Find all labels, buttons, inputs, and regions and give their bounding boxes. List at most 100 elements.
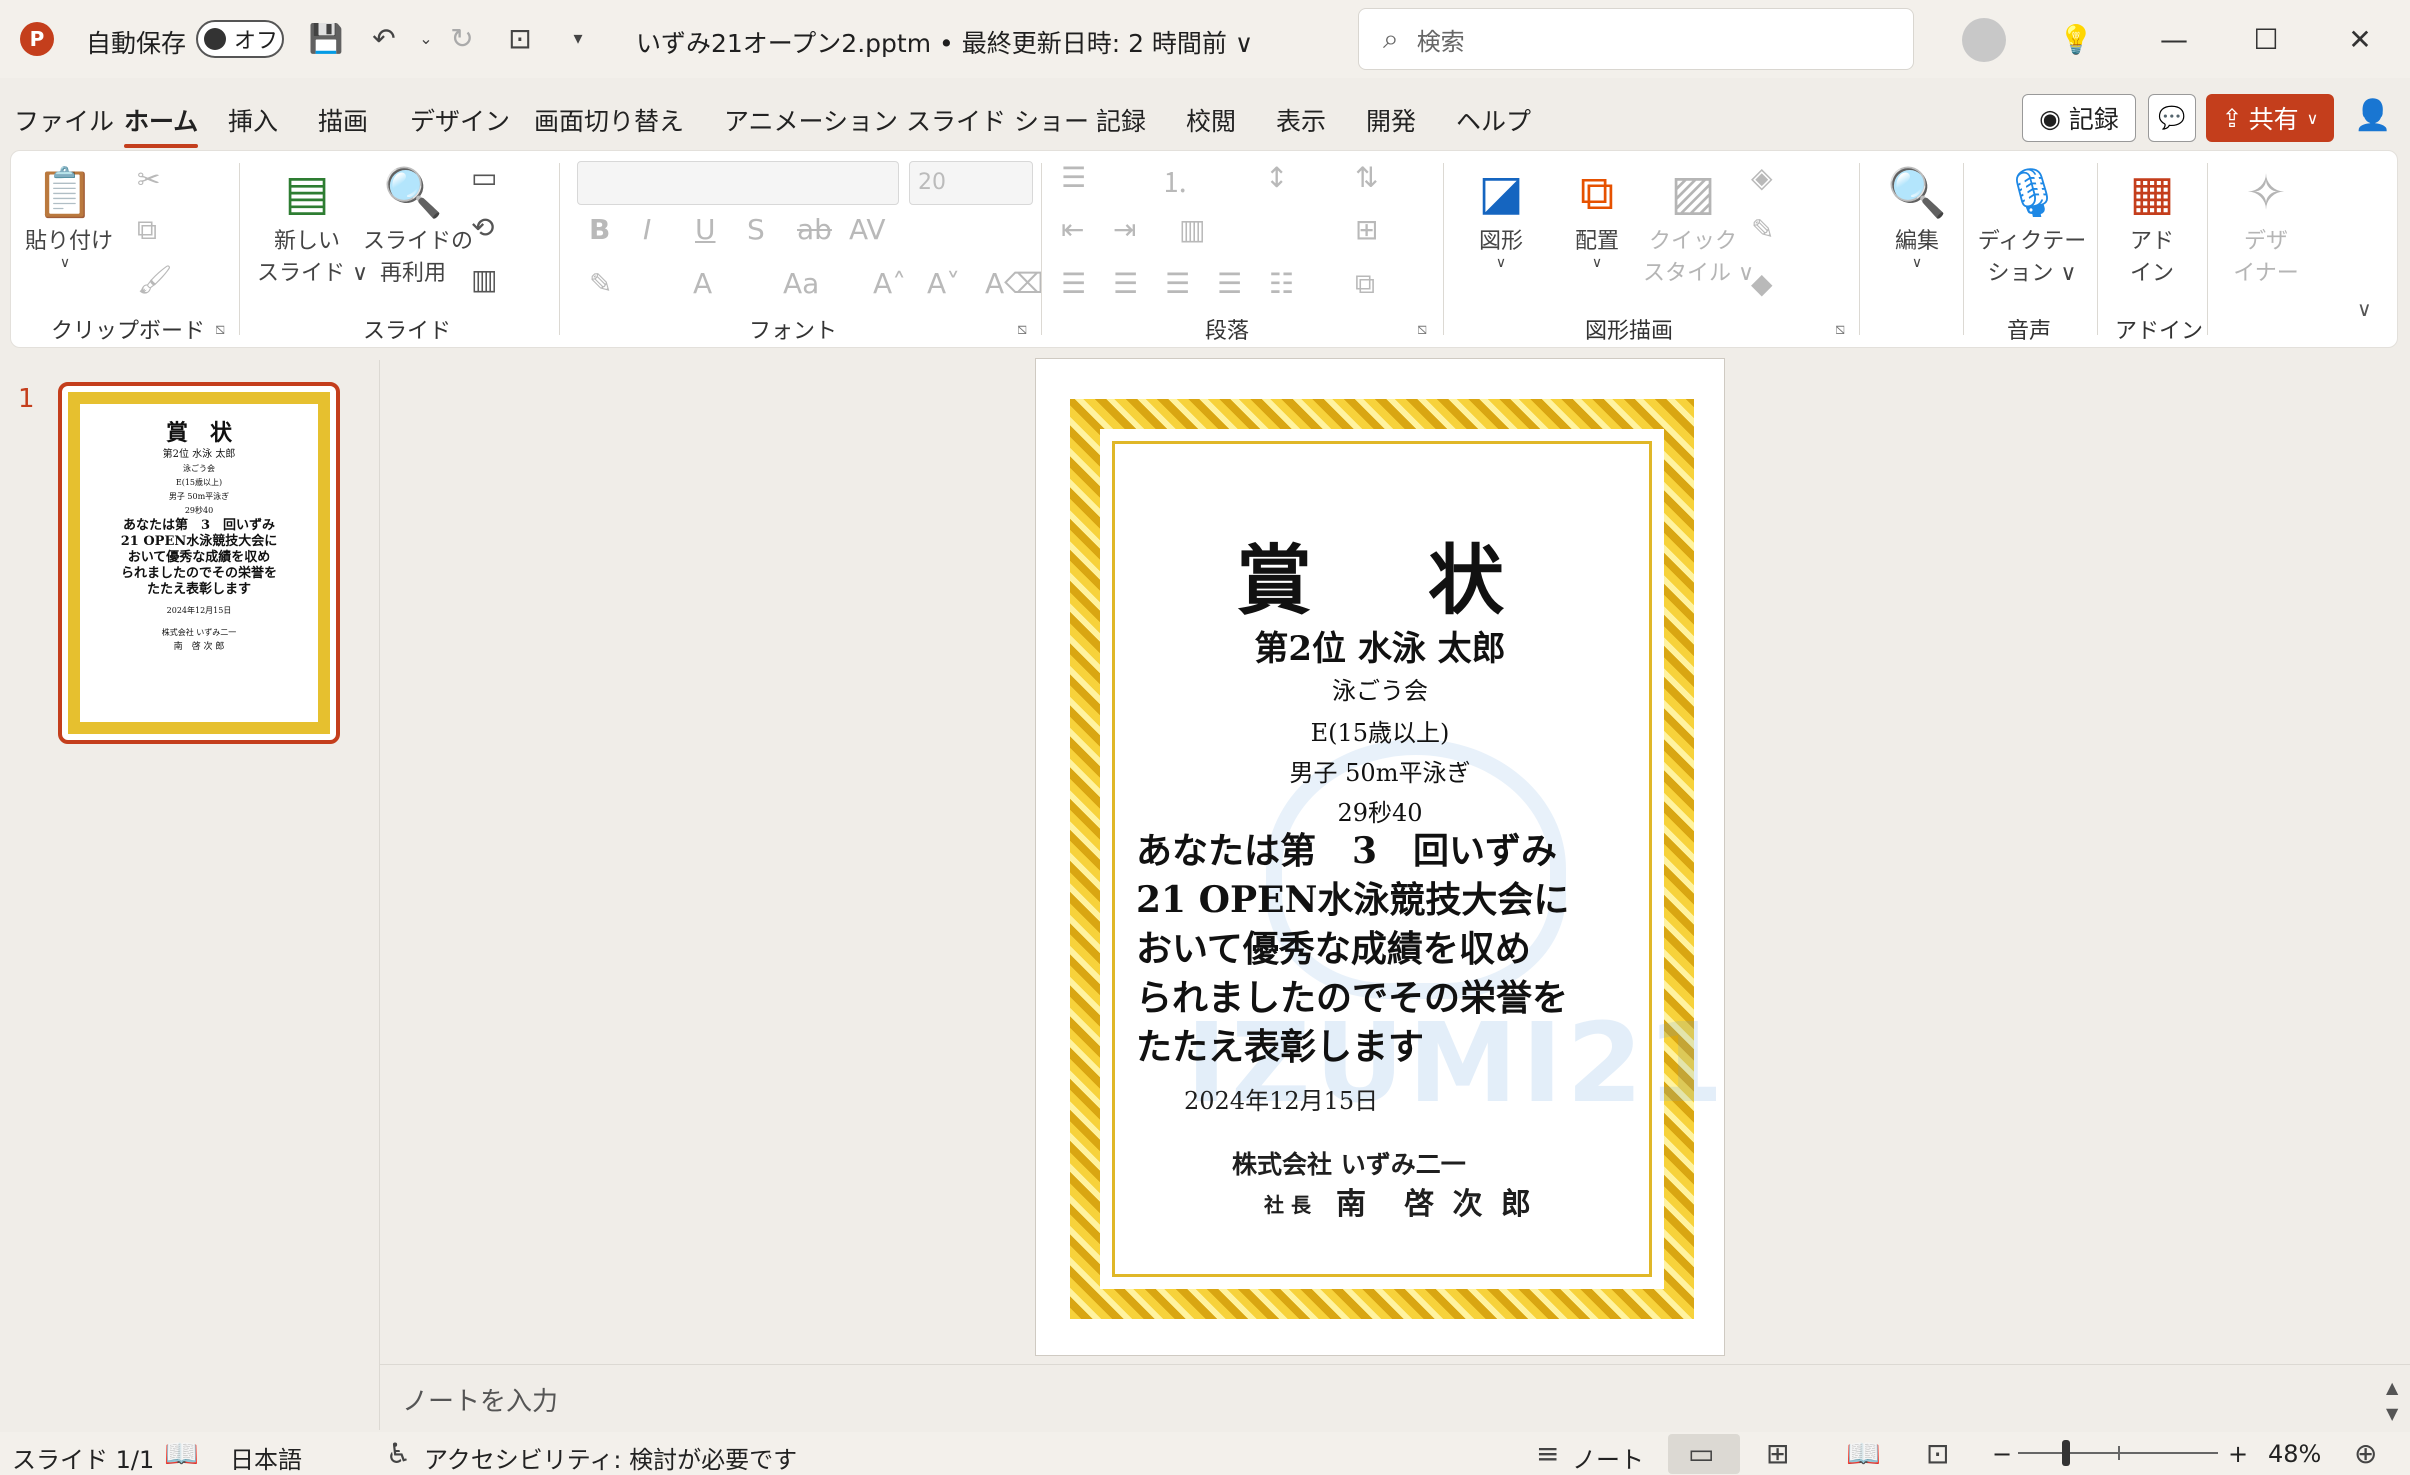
notes-scrollbar[interactable]: ▲ ▼: [2386, 1375, 2410, 1427]
slide-thumbnail[interactable]: 賞 状 第2位 水泳 太郎 泳ごう会 E(15歳以上) 男子 50m平泳ぎ 29…: [58, 382, 340, 744]
close-icon[interactable]: ✕: [2330, 16, 2390, 62]
smartart-icon[interactable]: ⧉: [1355, 267, 1375, 301]
tab-draw[interactable]: 描画: [318, 102, 368, 138]
line-spacing-icon[interactable]: ↕: [1265, 161, 1288, 194]
zoom-out-icon[interactable]: −: [1992, 1440, 2012, 1468]
reading-view-icon[interactable]: 📖: [1846, 1437, 1881, 1470]
dialog-launcher-icon[interactable]: ⧅: [215, 319, 225, 339]
lightbulb-icon[interactable]: 💡: [2046, 16, 2106, 62]
save-icon[interactable]: 💾: [306, 18, 346, 58]
underline-icon[interactable]: U: [695, 213, 716, 246]
cut-icon[interactable]: ✂: [137, 163, 160, 196]
tab-transitions[interactable]: 画面切り替え: [534, 102, 684, 138]
minimize-icon[interactable]: —: [2144, 16, 2204, 62]
tab-slideshow[interactable]: スライド ショー: [906, 102, 1089, 138]
customize-toolbar-icon[interactable]: ▾: [558, 18, 598, 58]
notes-pane[interactable]: ノートを入力 ▲ ▼: [380, 1364, 2410, 1430]
notes-icon[interactable]: ≡: [1536, 1437, 1559, 1470]
arrange-button[interactable]: ⧉ 配置 ∨: [1557, 163, 1637, 271]
search-box[interactable]: ⌕ 検索: [1358, 8, 1914, 70]
scroll-up-icon[interactable]: ▲: [2386, 1375, 2410, 1401]
bullets-icon[interactable]: ☰: [1061, 161, 1086, 194]
slideshow-view-icon[interactable]: ⊡: [1926, 1437, 1949, 1470]
tab-animations[interactable]: アニメーション: [724, 102, 898, 138]
notes-toggle-label[interactable]: ノート: [1572, 1440, 1644, 1475]
italic-icon[interactable]: I: [643, 213, 651, 246]
shapes-button[interactable]: ◪ 図形 ∨: [1461, 163, 1541, 271]
paste-button[interactable]: 📋 貼り付け ∨: [25, 163, 113, 271]
language-indicator[interactable]: 日本語: [230, 1440, 302, 1475]
char-spacing-icon[interactable]: AV: [849, 213, 886, 246]
spellcheck-icon[interactable]: 📖: [164, 1437, 199, 1470]
copy-icon[interactable]: ⧉: [137, 213, 157, 247]
align-right-icon[interactable]: ☰: [1165, 267, 1190, 300]
bold-icon[interactable]: B: [589, 213, 610, 246]
section-icon[interactable]: ▥: [471, 263, 497, 296]
columns-icon[interactable]: ▥: [1179, 213, 1205, 246]
editing-button[interactable]: 🔍 編集 ∨: [1877, 163, 1957, 271]
font-size-combo[interactable]: 20: [909, 161, 1033, 205]
strikethrough-icon[interactable]: ab: [797, 213, 832, 246]
quick-styles-button[interactable]: ▨ クイック スタイル ∨: [1643, 163, 1754, 287]
autosave-toggle[interactable]: オフ: [196, 20, 284, 58]
accessibility-icon[interactable]: ♿: [386, 1437, 411, 1470]
align-center-icon[interactable]: ☰: [1113, 267, 1138, 300]
tab-help[interactable]: ヘルプ: [1456, 102, 1531, 138]
justify-icon[interactable]: ☰: [1217, 267, 1242, 300]
decrease-indent-icon[interactable]: ⇤: [1061, 213, 1084, 246]
tab-insert[interactable]: 挿入: [228, 102, 278, 138]
scroll-down-icon[interactable]: ▼: [2386, 1401, 2410, 1427]
shrink-font-icon[interactable]: A˅: [927, 267, 960, 300]
account-avatar[interactable]: [1962, 18, 2006, 62]
shape-outline-icon[interactable]: ✎: [1751, 213, 1774, 246]
coauthor-icon[interactable]: 👤: [2354, 98, 2391, 133]
dialog-launcher-icon[interactable]: ⧅: [1017, 319, 1027, 339]
dialog-launcher-icon[interactable]: ⧅: [1417, 319, 1427, 339]
fit-to-window-icon[interactable]: ⊕: [2354, 1437, 2377, 1470]
layout-icon[interactable]: ▭: [471, 161, 497, 194]
new-slide-button[interactable]: ▤ 新しい スライド ∨: [257, 163, 368, 287]
redo-icon[interactable]: ↻: [442, 18, 482, 58]
align-text-icon[interactable]: ⊞: [1355, 213, 1378, 246]
format-painter-icon[interactable]: 🖌: [137, 263, 173, 296]
present-from-start-icon[interactable]: ⊡: [500, 18, 540, 58]
tab-view[interactable]: 表示: [1276, 102, 1326, 138]
font-color-icon[interactable]: A: [693, 267, 712, 300]
tab-design[interactable]: デザイン: [410, 102, 510, 138]
zoom-slider-thumb[interactable]: [2062, 1440, 2070, 1466]
maximize-icon[interactable]: ☐: [2236, 16, 2296, 62]
reuse-slides-button[interactable]: 🔍 スライドの 再利用: [363, 163, 473, 287]
distribute-icon[interactable]: ☷: [1269, 267, 1294, 300]
share-button[interactable]: ⇪ 共有 ∨: [2206, 94, 2334, 142]
collapse-ribbon-icon[interactable]: ∨: [2357, 297, 2372, 321]
tab-home[interactable]: ホーム: [124, 102, 199, 148]
zoom-in-icon[interactable]: +: [2228, 1440, 2248, 1468]
shape-effects-icon[interactable]: ◆: [1751, 267, 1773, 300]
dictate-button[interactable]: 🎙 ディクテー ション ∨: [1977, 163, 2087, 287]
reset-icon[interactable]: ⟲: [471, 211, 494, 244]
slide-sorter-icon[interactable]: ⊞: [1766, 1437, 1789, 1470]
tab-review[interactable]: 校閲: [1186, 102, 1236, 138]
undo-dropdown-icon[interactable]: ⌄: [406, 18, 446, 58]
align-left-icon[interactable]: ☰: [1061, 267, 1086, 300]
increase-indent-icon[interactable]: ⇥: [1113, 213, 1136, 246]
shadow-icon[interactable]: S: [747, 213, 765, 246]
normal-view-icon[interactable]: ▭: [1688, 1437, 1714, 1470]
dialog-launcher-icon[interactable]: ⧅: [1835, 319, 1845, 339]
clear-format-icon[interactable]: A⌫: [985, 267, 1044, 300]
change-case-icon[interactable]: Aa: [783, 267, 819, 300]
addins-button[interactable]: ▦ アド イン: [2107, 163, 2197, 287]
shape-fill-icon[interactable]: ◈: [1751, 161, 1773, 194]
zoom-level[interactable]: 48%: [2268, 1440, 2321, 1468]
highlight-icon[interactable]: ✎: [589, 267, 612, 300]
record-button[interactable]: ◉ 記録: [2022, 94, 2136, 142]
numbering-icon[interactable]: ⒈: [1161, 161, 1189, 201]
tab-developer[interactable]: 開発: [1366, 102, 1416, 138]
tab-file[interactable]: ファイル: [14, 102, 114, 138]
designer-button[interactable]: ✧ デザ イナー: [2221, 163, 2311, 287]
undo-icon[interactable]: ↶: [364, 18, 404, 58]
accessibility-status[interactable]: アクセシビリティ: 検討が必要です: [424, 1440, 797, 1475]
document-title[interactable]: いずみ21オープン2.pptm • 最終更新日時: 2 時間前 ∨: [636, 24, 1253, 60]
grow-font-icon[interactable]: A˄: [873, 267, 906, 300]
tab-record[interactable]: 記録: [1096, 102, 1146, 138]
